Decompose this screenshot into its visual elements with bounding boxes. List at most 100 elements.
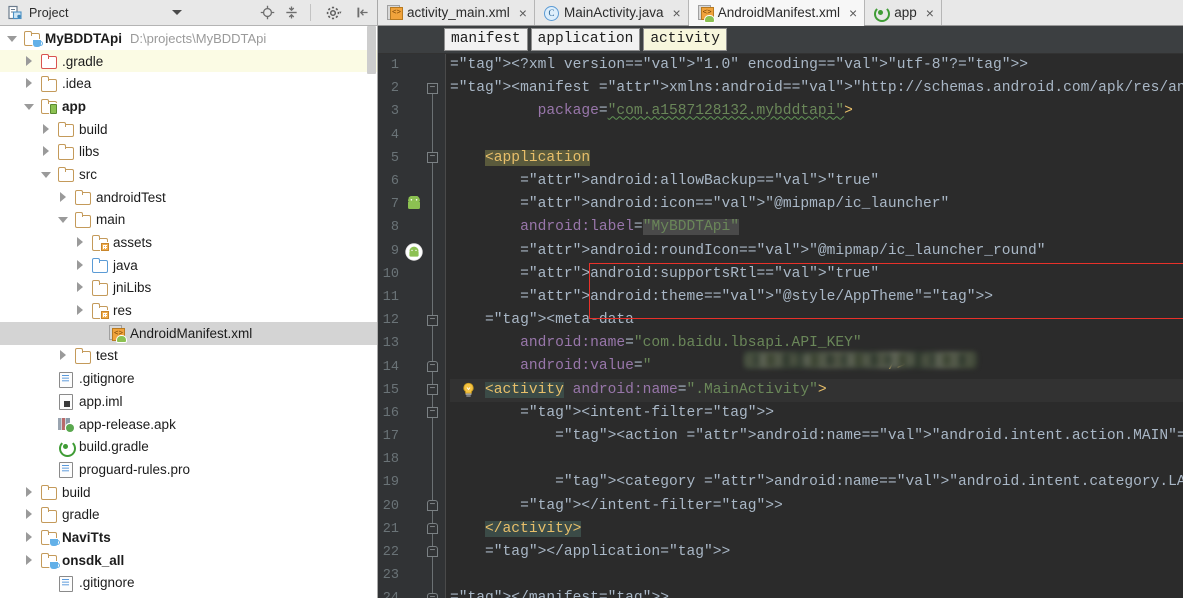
tab-mainactivity-java[interactable]: MainActivity.java × [534,0,689,25]
code-line[interactable]: android:label="MyBDDTApi" [450,216,1183,239]
expand-arrow-icon[interactable] [74,259,87,272]
code-line[interactable] [450,124,1183,147]
locate-target-icon[interactable] [257,2,278,23]
fold-end-icon[interactable]: − [427,523,438,535]
breadcrumb-activity[interactable]: activity [643,28,727,51]
tree-item-androidtest[interactable]: androidTest [0,186,377,209]
tree-item-gradle-dot[interactable]: .gradle [0,49,377,73]
fold-end-icon[interactable]: − [427,360,438,372]
tree-item-app-build[interactable]: build [0,118,377,141]
tab-androidmanifest-xml[interactable]: AndroidManifest.xml × [688,0,866,26]
tree-item-idea[interactable]: .idea [0,72,377,95]
code-line[interactable]: <activity android:name=".MainActivity"> [450,378,1183,402]
fold-collapse-icon[interactable]: − [427,407,438,419]
code-line[interactable]: ="attr">android:allowBackup=="val">"true… [450,170,1183,193]
code-line[interactable]: ="attr">android:supportsRtl=="val">"true… [450,263,1183,286]
tree-item-onsdk-all[interactable]: onsdk_all [0,549,377,572]
code-editor[interactable]: 1 2−3 4 5−6 7 8 9 10 11 12−13 14−15−16−17 18 19 20−21… [378,54,1183,598]
expand-arrow-icon[interactable] [23,486,36,499]
tree-item-app-release-apk[interactable]: app-release.apk [0,413,377,436]
code-line[interactable]: ="tag"><?xml version=="val">"1.0" encodi… [450,54,1183,77]
expand-arrow-icon[interactable] [23,554,36,567]
tree-item-res[interactable]: res [0,299,377,322]
collapse-arrow-icon[interactable] [23,100,36,113]
tree-item-app[interactable]: app [0,95,377,118]
collapse-arrow-icon[interactable] [57,213,70,226]
tree-item-androidmanifest-xml[interactable]: AndroidManifest.xml [0,321,377,345]
fold-collapse-icon[interactable]: − [427,314,438,326]
tree-item-mybddtapi[interactable]: MyBDDTApi D:\projects\MyBDDTApi [0,27,377,50]
code-line[interactable]: ="attr">android:theme=="val">"@style/App… [450,286,1183,309]
code-line[interactable]: </activity> [450,518,1183,541]
fold-end-icon[interactable]: − [427,546,438,558]
expand-arrow-icon[interactable] [23,55,36,68]
tree-item-libs[interactable]: libs [0,140,377,163]
tree-item-proguard-rules-pro[interactable]: proguard-rules.pro [0,458,377,481]
tree-item-root-build[interactable]: build [0,481,377,504]
tree-item-jnilibs[interactable]: jniLibs [0,277,377,300]
tree-item-test[interactable]: test [0,345,377,368]
collapse-arrow-icon[interactable] [40,168,53,181]
gear-icon[interactable] [319,2,349,23]
project-tree-scrollbar[interactable] [367,26,376,74]
expand-arrow-icon[interactable] [23,77,36,90]
tree-item-build-gradle[interactable]: build.gradle [0,435,377,458]
expand-arrow-icon[interactable] [23,531,36,544]
expand-arrow-icon[interactable] [40,123,53,136]
code-line[interactable]: package="com.a1587128132.mybddtapi"> [450,100,1183,123]
code-line[interactable]: ="tag"><action ="attr">android:name=="va… [450,425,1183,448]
tree-item-navitts[interactable]: NaviTts [0,526,377,549]
close-icon[interactable]: × [519,6,527,20]
tree-item-app-iml[interactable]: app.iml [0,390,377,413]
code-line[interactable]: ="attr">android:icon=="val">"@mipmap/ic_… [450,193,1183,216]
code-line[interactable]: ="attr">android:roundIcon=="val">"@mipma… [450,240,1183,263]
project-tree[interactable]: MyBDDTApi D:\projects\MyBDDTApi .gradle .id… [0,26,377,598]
close-icon[interactable]: × [673,6,681,20]
tree-item-app-gitignore[interactable]: .gitignore [0,367,377,390]
fold-end-icon[interactable]: − [427,592,438,598]
code-line[interactable]: ="tag"><category ="attr">android:name=="… [450,471,1183,494]
chevron-down-icon[interactable] [171,8,182,17]
tab-activity-main-xml[interactable]: activity_main.xml × [378,0,535,25]
code-content[interactable]: ="tag"><?xml version=="val">"1.0" encodi… [446,54,1183,598]
expand-arrow-icon[interactable] [40,145,53,158]
collapse-all-icon[interactable] [281,2,302,23]
tree-item-root-gitignore[interactable]: .gitignore [0,572,377,595]
expand-arrow-icon[interactable] [74,304,87,317]
code-line[interactable]: ="tag"><intent-filter="tag">> [450,402,1183,425]
close-icon[interactable]: × [849,6,857,20]
code-line[interactable]: ="tag"></intent-filter="tag">> [450,495,1183,518]
tree-item-assets[interactable]: assets [0,231,377,254]
project-panel-header[interactable]: Project [0,5,182,21]
close-icon[interactable]: × [926,6,934,20]
code-line[interactable]: <application [450,147,1183,170]
tree-item-root-gradle[interactable]: gradle [0,503,377,526]
expand-arrow-icon[interactable] [74,236,87,249]
tab-app[interactable]: app × [865,0,942,25]
code-line[interactable]: ="tag"><manifest ="attr">xmlns:android==… [450,77,1183,100]
android-resource-icon[interactable] [405,195,423,212]
collapse-arrow-icon[interactable] [6,32,19,45]
code-line[interactable]: ="tag"></application="tag">> [450,541,1183,564]
expand-arrow-icon[interactable] [57,349,70,362]
fold-collapse-icon[interactable]: − [427,152,438,164]
fold-collapse-icon[interactable]: − [427,82,438,94]
breadcrumb-application[interactable]: application [530,28,641,51]
code-line[interactable] [450,448,1183,471]
code-line[interactable]: ="tag"><meta-data [450,309,1183,332]
fold-end-icon[interactable]: − [427,500,438,512]
expand-arrow-icon[interactable] [23,508,36,521]
tree-item-java[interactable]: java [0,254,377,277]
expand-arrow-icon[interactable] [74,281,87,294]
tree-item-main[interactable]: main [0,209,377,232]
android-round-resource-icon[interactable] [405,242,423,261]
fold-collapse-icon[interactable]: − [427,384,438,396]
intention-bulb-icon[interactable] [460,382,477,399]
editor-gutter[interactable]: 1 2−3 4 5−6 7 8 9 10 11 12−13 14−15−16−17 18 19 20−21… [378,54,474,598]
breadcrumb-manifest[interactable]: manifest [444,28,528,51]
code-line[interactable]: ="tag"></manifest="tag">> [450,587,1183,598]
hide-panel-icon[interactable] [352,2,373,23]
expand-arrow-icon[interactable] [57,191,70,204]
code-line[interactable] [450,564,1183,587]
tree-item-src[interactable]: src [0,163,377,186]
